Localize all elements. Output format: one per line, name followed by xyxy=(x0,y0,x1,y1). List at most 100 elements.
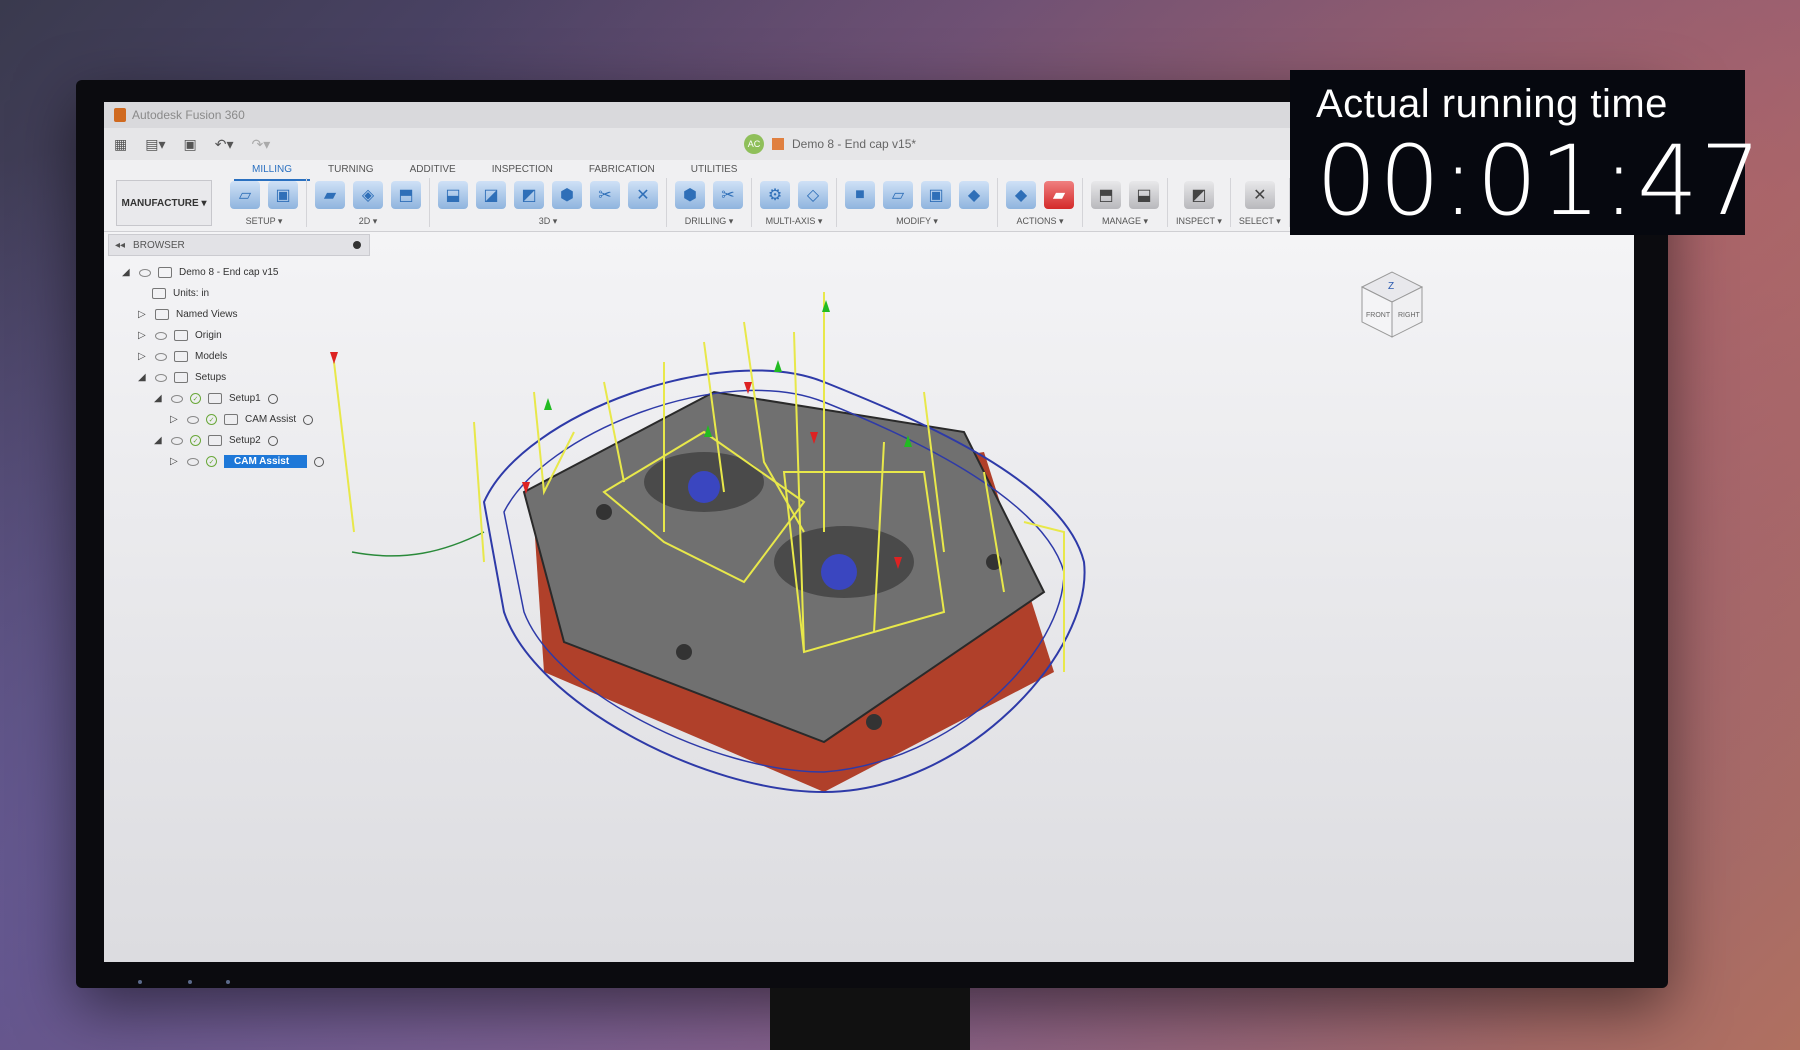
ribbon-group-label[interactable]: MULTI-AXIS ▾ xyxy=(766,216,823,227)
ribbon-tool-icon[interactable]: ✂ xyxy=(590,181,620,209)
ribbon-tool-icon[interactable]: ⬒ xyxy=(391,181,421,209)
collapse-triangle-icon[interactable]: ◢ xyxy=(138,372,148,383)
tree-row-named-views[interactable]: ▷ Named Views xyxy=(122,304,324,325)
visibility-eye-icon[interactable] xyxy=(187,457,199,466)
ribbon-group-label[interactable]: SELECT ▾ xyxy=(1239,216,1281,227)
visibility-eye-icon[interactable] xyxy=(155,352,167,361)
setups-folder-icon xyxy=(174,372,188,383)
ribbon-tool-icon[interactable]: ◆ xyxy=(959,181,989,209)
ribbon-group-label[interactable]: ACTIONS ▾ xyxy=(1016,216,1063,227)
visibility-eye-icon[interactable] xyxy=(139,268,151,277)
ribbon-tool-icon[interactable]: ⬓ xyxy=(1129,181,1159,209)
bore-hole-2 xyxy=(688,471,720,503)
tree-label-selected[interactable]: CAM Assist xyxy=(224,455,308,468)
folder-icon xyxy=(224,414,238,425)
tree-label: Demo 8 - End cap v15 xyxy=(179,267,279,278)
file-menu-icon[interactable]: ▤▾ xyxy=(145,136,165,153)
document-tab[interactable]: AC Demo 8 - End cap v15* xyxy=(744,134,916,154)
folder-icon xyxy=(155,309,169,320)
ribbon-tool-icon[interactable]: ⬒ xyxy=(1091,181,1121,209)
tree-label: Units: in xyxy=(173,288,210,299)
visibility-eye-icon[interactable] xyxy=(155,331,167,340)
ribbon-tool-icon[interactable]: ▰ xyxy=(1044,181,1074,209)
tree-label: Setup1 xyxy=(229,393,261,404)
workspace-switcher-button[interactable]: MANUFACTURE ▾ xyxy=(116,180,212,226)
ribbon-tool-icon[interactable]: ✕ xyxy=(1244,181,1275,209)
ribbon-group: ■ ▱ ▣ ◆ MODIFY ▾ xyxy=(837,178,998,227)
browser-tree: ◢ Demo 8 - End cap v15 Units: in ▷ Named V… xyxy=(122,262,325,472)
visibility-eye-icon[interactable] xyxy=(171,436,183,445)
expand-triangle-icon[interactable]: ▷ xyxy=(138,330,148,341)
ribbon-group-label[interactable]: DRILLING ▾ xyxy=(685,216,734,227)
undo-icon[interactable]: ↶▾ xyxy=(215,136,234,153)
tree-row-setup1[interactable]: ◢ ✓ Setup1 xyxy=(122,388,324,409)
app-title: Autodesk Fusion 360 xyxy=(132,108,245,122)
ribbon-tool-icon[interactable]: ⚙ xyxy=(760,181,790,209)
ribbon-tool-icon[interactable]: ▱ xyxy=(883,181,913,209)
tree-row-cam-assist-2[interactable]: ▷ ✓ CAM Assist xyxy=(122,451,325,472)
tree-row-cam-assist-1[interactable]: ▷ ✓ CAM Assist xyxy=(122,409,324,430)
tree-row-root[interactable]: ◢ Demo 8 - End cap v15 xyxy=(122,262,324,283)
tree-label: CAM Assist xyxy=(245,414,297,425)
save-icon[interactable]: ▣ xyxy=(184,136,197,153)
ribbon-tool-icon[interactable]: ◩ xyxy=(1183,181,1214,209)
tree-label: Setup2 xyxy=(229,435,261,446)
activate-radio-icon[interactable] xyxy=(267,393,278,404)
status-led xyxy=(188,980,192,984)
ribbon-tool-icon[interactable]: ◪ xyxy=(476,181,506,209)
ribbon-group-label[interactable]: SETUP ▾ xyxy=(246,216,283,227)
collapse-triangle-icon[interactable]: ◢ xyxy=(122,267,132,278)
viewcube-right-label: RIGHT xyxy=(1398,312,1421,319)
expand-triangle-icon[interactable]: ▷ xyxy=(138,309,148,320)
expand-triangle-icon[interactable]: ▷ xyxy=(138,351,148,362)
mount-hole-3 xyxy=(676,644,692,660)
browser-panel-header[interactable]: ◂◂ BROWSER xyxy=(108,234,370,256)
tree-row-units[interactable]: Units: in xyxy=(122,283,324,304)
ribbon-tool-icon[interactable]: ◆ xyxy=(1006,181,1036,209)
3d-viewport[interactable]: Z FRONT RIGHT xyxy=(104,232,1634,962)
activate-radio-icon[interactable] xyxy=(303,414,314,425)
ribbon-group-label[interactable]: INSPECT ▾ xyxy=(1176,216,1222,227)
collapse-icon[interactable]: ◂◂ xyxy=(115,240,125,251)
ribbon-group-label[interactable]: 3D ▾ xyxy=(539,216,558,227)
tree-row-setups[interactable]: ◢ Setups xyxy=(122,367,324,388)
activate-radio-icon[interactable] xyxy=(314,456,325,467)
ribbon-tool-icon[interactable]: ▣ xyxy=(921,181,951,209)
viewcube[interactable]: Z FRONT RIGHT xyxy=(1352,262,1432,342)
ribbon-tool-icon[interactable]: ✕ xyxy=(628,181,658,209)
ribbon-tool-icon[interactable]: ⬓ xyxy=(438,181,468,209)
ribbon-tool-icon[interactable]: ⬢ xyxy=(552,181,582,209)
collapse-triangle-icon[interactable]: ◢ xyxy=(154,393,164,404)
visibility-eye-icon[interactable] xyxy=(187,415,199,424)
viewcube-z-label: Z xyxy=(1388,281,1394,292)
expand-triangle-icon[interactable]: ▷ xyxy=(170,456,180,467)
ribbon-group-label[interactable]: MODIFY ▾ xyxy=(896,216,938,227)
document-title: Demo 8 - End cap v15* xyxy=(792,137,917,151)
ribbon-tool-icon[interactable]: ▰ xyxy=(315,181,345,209)
browser-pin-icon[interactable] xyxy=(353,241,361,249)
tree-row-models[interactable]: ▷ Models xyxy=(122,346,324,367)
tree-row-origin[interactable]: ▷ Origin xyxy=(122,325,324,346)
status-check-icon: ✓ xyxy=(190,435,201,446)
avatar[interactable]: AC xyxy=(744,134,764,154)
visibility-eye-icon[interactable] xyxy=(155,373,167,382)
ribbon-tool-icon[interactable]: ▱ xyxy=(230,181,260,209)
ribbon-tool-icon[interactable]: ▣ xyxy=(268,181,298,209)
ribbon-group-label[interactable]: 2D ▾ xyxy=(359,216,378,227)
ribbon-tool-icon[interactable]: ◇ xyxy=(798,181,828,209)
visibility-eye-icon[interactable] xyxy=(171,394,183,403)
collapse-triangle-icon[interactable]: ◢ xyxy=(154,435,164,446)
tree-label: Models xyxy=(195,351,228,362)
ribbon-tool-icon[interactable]: ⬢ xyxy=(675,181,705,209)
expand-triangle-icon[interactable]: ▷ xyxy=(170,414,180,425)
ribbon-tool-icon[interactable]: ◩ xyxy=(514,181,544,209)
ribbon-tool-icon[interactable]: ◈ xyxy=(353,181,383,209)
tree-row-setup2[interactable]: ◢ ✓ Setup2 xyxy=(122,430,324,451)
activate-radio-icon[interactable] xyxy=(267,435,278,446)
ribbon-tool-icon[interactable]: ✂ xyxy=(713,181,743,209)
ribbon-group-label[interactable]: MANAGE ▾ xyxy=(1102,216,1148,227)
grid-menu-icon[interactable]: ▦ xyxy=(114,136,127,153)
redo-icon[interactable]: ↷▾ xyxy=(252,136,271,153)
component-icon xyxy=(158,267,172,278)
ribbon-tool-icon[interactable]: ■ xyxy=(845,181,875,209)
